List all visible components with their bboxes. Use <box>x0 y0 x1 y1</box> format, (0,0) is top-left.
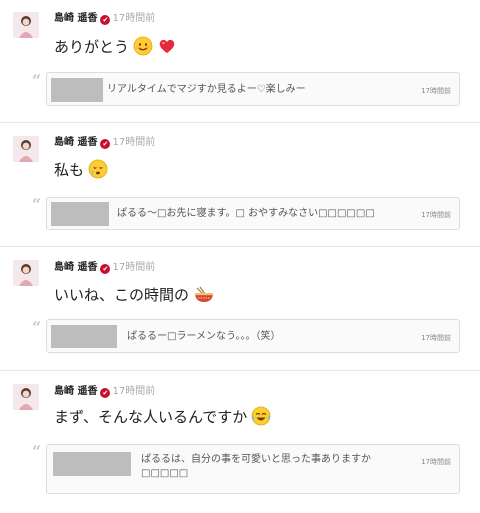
post-time[interactable]: 17時間前 <box>112 137 155 148</box>
red-heart-icon <box>157 36 177 61</box>
ramen-bowl-icon <box>193 284 215 309</box>
post-time[interactable]: 17時間前 <box>112 386 155 397</box>
quote-mark-icon: “ <box>32 71 42 90</box>
post: 島崎 遥香 ✔ 17時間前 私も “ ぱるる～□お先に寝ます。□ おやすみなさい□□… <box>0 123 480 247</box>
message-text: 私も <box>54 161 85 179</box>
message-text: ありがとう <box>54 38 130 56</box>
post-time[interactable]: 17時間前 <box>112 262 155 273</box>
avatar[interactable] <box>13 136 39 162</box>
post-message: 私も <box>54 159 108 184</box>
quote-time: 17時間前 <box>421 334 451 342</box>
quote-text: リアルタイムでマジすか見るよー♡楽しみー <box>107 84 306 95</box>
message-text: いいね、この時間の <box>54 286 190 304</box>
quoted-question[interactable]: リアルタイムでマジすか見るよー♡楽しみー 17時間前 <box>46 72 460 106</box>
verified-icon: ✔ <box>100 264 111 274</box>
post-header: 島崎 遥香 ✔ 17時間前 <box>54 262 155 274</box>
author-name[interactable]: 島崎 遥香 <box>54 137 97 148</box>
blurred-avatar <box>51 325 117 348</box>
smiling-face-icon <box>133 36 153 61</box>
quote-time: 17時間前 <box>421 458 451 466</box>
verified-icon: ✔ <box>100 15 111 25</box>
quote-time: 17時間前 <box>421 87 451 95</box>
verified-icon: ✔ <box>100 139 111 149</box>
quote-text: ぱるる～□お先に寝ます。□ おやすみなさい□□□□□□ <box>117 208 375 219</box>
quote-text: ぱるるは、自分の事を可愛いと思った事ありますか□□□□□ <box>141 454 371 479</box>
quoted-question[interactable]: ぱるる～□お先に寝ます。□ おやすみなさい□□□□□□ 17時間前 <box>46 197 460 230</box>
quote-mark-icon: “ <box>32 442 42 461</box>
post-header: 島崎 遥香 ✔ 17時間前 <box>54 386 155 398</box>
blurred-avatar <box>51 202 109 226</box>
tears-of-joy-icon <box>251 406 271 431</box>
avatar[interactable] <box>13 384 39 410</box>
post-time[interactable]: 17時間前 <box>112 13 155 24</box>
blurred-avatar <box>53 452 131 476</box>
post: 島崎 遥香 ✔ 17時間前 ありがとう “ リアルタイムでマジすか見るよー♡楽しみー… <box>0 0 480 123</box>
author-name[interactable]: 島崎 遥香 <box>54 262 97 273</box>
post-message: ありがとう <box>54 36 177 61</box>
quote-mark-icon: “ <box>32 195 42 214</box>
post-message: まず、そんな人いるんですか <box>54 406 271 431</box>
post-header: 島崎 遥香 ✔ 17時間前 <box>54 13 155 25</box>
author-name[interactable]: 島崎 遥香 <box>54 13 97 24</box>
avatar[interactable] <box>13 260 39 286</box>
author-name[interactable]: 島崎 遥香 <box>54 386 97 397</box>
comment-feed: 島崎 遥香 ✔ 17時間前 ありがとう “ リアルタイムでマジすか見るよー♡楽しみー… <box>0 0 480 513</box>
sleepy-face-icon <box>88 159 108 184</box>
post-message: いいね、この時間の <box>54 284 215 309</box>
message-text: まず、そんな人いるんですか <box>54 408 248 426</box>
post-header: 島崎 遥香 ✔ 17時間前 <box>54 137 155 149</box>
blurred-avatar <box>51 78 103 102</box>
avatar[interactable] <box>13 12 39 38</box>
post: 島崎 遥香 ✔ 17時間前 いいね、この時間の “ ぱるるー□ラーメンなう。。。（笑… <box>0 247 480 371</box>
quoted-question[interactable]: ぱるるー□ラーメンなう。。。（笑） 17時間前 <box>46 319 460 353</box>
quote-mark-icon: “ <box>32 318 42 337</box>
quoted-question[interactable]: ぱるるは、自分の事を可愛いと思った事ありますか□□□□□ 17時間前 <box>46 444 460 494</box>
post: 島崎 遥香 ✔ 17時間前 まず、そんな人いるんですか “ ぱるるは、自分の事を可愛… <box>0 371 480 513</box>
verified-icon: ✔ <box>100 388 111 398</box>
quote-time: 17時間前 <box>421 211 451 219</box>
quote-text: ぱるるー□ラーメンなう。。。（笑） <box>127 331 281 342</box>
